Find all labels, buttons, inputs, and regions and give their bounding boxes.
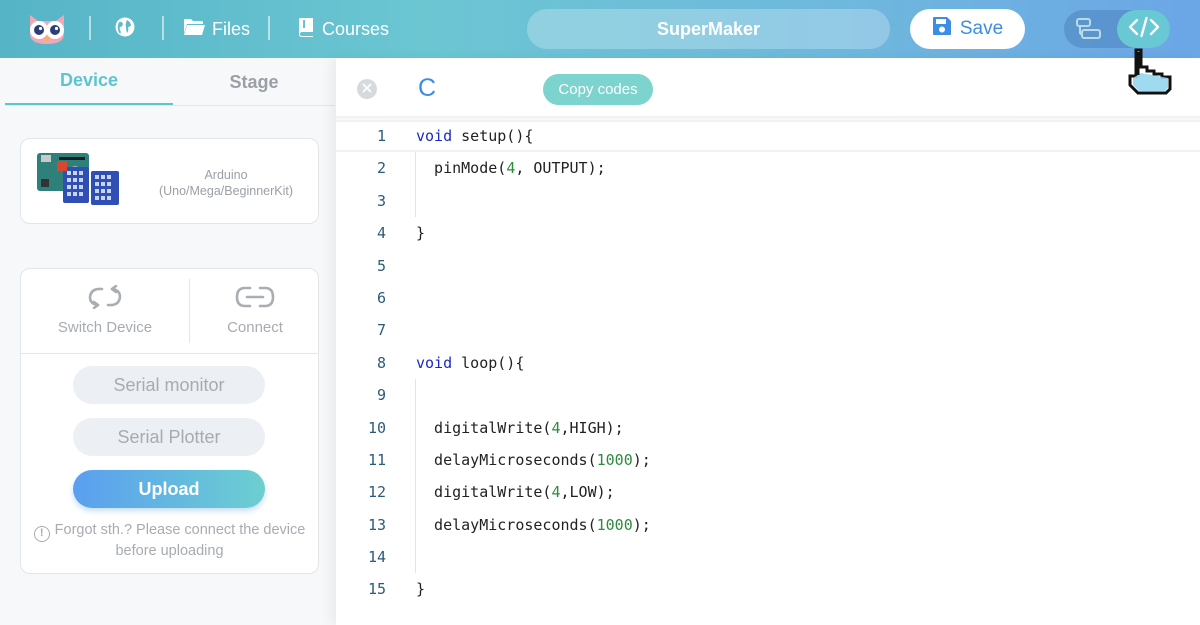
project-title[interactable]: SuperMaker <box>527 9 890 49</box>
code-line[interactable]: 10 digitalWrite(4,HIGH); <box>336 412 1200 444</box>
code-line[interactable]: 5 <box>336 250 1200 282</box>
code-view-button[interactable] <box>1117 10 1170 48</box>
code-line[interactable]: 14 <box>336 541 1200 573</box>
code-line[interactable]: 11 delayMicroseconds(1000); <box>336 444 1200 476</box>
editor-toolbar: C Copy codes <box>336 58 1200 120</box>
serial-monitor-button[interactable]: Serial monitor <box>73 366 265 404</box>
line-number: 11 <box>367 450 386 469</box>
action-divider <box>21 353 318 354</box>
line-number: 12 <box>367 483 386 502</box>
connect-button[interactable]: Connect <box>190 269 320 353</box>
line-number: 9 <box>376 386 386 405</box>
line-number: 1 <box>376 127 386 145</box>
device-actions-card: Switch Device Connect Serial monitor Ser… <box>20 268 319 574</box>
save-label: Save <box>959 18 1004 39</box>
device-variants: (Uno/Mega/BeginnerKit) <box>158 184 294 198</box>
line-number: 13 <box>367 515 386 534</box>
language-button[interactable] <box>114 0 143 58</box>
blocks-view-icon[interactable] <box>1076 17 1102 41</box>
switch-device-button[interactable]: Switch Device <box>21 269 189 353</box>
globe-icon <box>114 16 143 43</box>
serial-plotter-button[interactable]: Serial Plotter <box>73 418 265 456</box>
code-line[interactable]: 15} <box>336 573 1200 605</box>
files-menu[interactable]: Files <box>183 0 250 58</box>
line-content: void loop(){ <box>416 353 525 372</box>
files-label: Files <box>212 18 251 39</box>
view-toggle <box>1064 10 1170 48</box>
toolbar-separator <box>89 16 91 40</box>
upload-hint: ! Forgot sth.? Please connect the device … <box>21 521 318 561</box>
code-brackets-icon <box>1128 16 1160 43</box>
folder-icon <box>183 18 212 41</box>
left-panel: Device Stage Arduino (Uno/Mega/BeginnerK… <box>0 58 336 625</box>
exclamation-circle-icon: ! <box>33 526 50 542</box>
code-line[interactable]: 1 void setup(){ <box>336 120 1200 153</box>
courses-menu[interactable]: Courses <box>298 0 389 58</box>
line-number: 8 <box>376 353 386 372</box>
language-label: C <box>418 74 437 102</box>
code-editor-panel: C Copy codes 1 void setup(){ 2 pinMode(4, … <box>336 58 1200 625</box>
upload-hint-text: Forgot sth.? Please connect the device b… <box>54 522 306 559</box>
close-icon <box>362 80 372 98</box>
switch-device-label: Switch Device <box>57 319 153 336</box>
code-line[interactable]: 4} <box>336 217 1200 249</box>
line-number: 14 <box>367 548 386 567</box>
device-name: Arduino <box>204 168 248 182</box>
top-bar: Files Courses SuperMaker Save <box>0 0 1200 58</box>
code-line[interactable]: 12 digitalWrite(4,LOW); <box>336 476 1200 508</box>
code-line[interactable]: 6 <box>336 282 1200 314</box>
line-number: 10 <box>367 418 386 437</box>
device-card[interactable]: Arduino (Uno/Mega/BeginnerKit) <box>20 138 319 224</box>
line-content: } <box>416 224 426 243</box>
line-number: 5 <box>376 256 386 275</box>
code-line[interactable]: 3 <box>336 185 1200 217</box>
line-number: 15 <box>367 580 386 599</box>
owl-logo-icon[interactable] <box>26 12 68 46</box>
toolbar-separator <box>268 16 270 40</box>
courses-label: Courses <box>322 18 390 39</box>
book-icon <box>298 17 322 42</box>
line-number: 4 <box>376 224 386 243</box>
floppy-disk-icon <box>932 16 960 42</box>
line-content: } <box>416 580 426 599</box>
arduino-board-icon <box>35 151 121 211</box>
code-line[interactable]: 13 delayMicroseconds(1000); <box>336 509 1200 541</box>
code-line[interactable]: 8 void loop(){ <box>336 347 1200 379</box>
line-number: 7 <box>376 321 386 340</box>
code-line[interactable]: 7 <box>336 314 1200 346</box>
line-content: void setup(){ <box>416 127 534 145</box>
line-content: delayMicroseconds(1000); <box>416 450 651 469</box>
tab-divider <box>5 105 335 106</box>
device-description: Arduino (Uno/Mega/BeginnerKit) <box>151 167 301 199</box>
link-icon <box>234 285 276 319</box>
save-button[interactable]: Save <box>910 9 1025 49</box>
line-content: pinMode(4, OUTPUT); <box>416 159 606 178</box>
tab-device[interactable]: Device <box>5 58 173 106</box>
code-line[interactable]: 9 <box>336 379 1200 411</box>
copy-codes-button[interactable]: Copy codes <box>543 74 653 105</box>
line-number: 2 <box>376 159 386 178</box>
line-content: digitalWrite(4,HIGH); <box>416 418 624 437</box>
line-content: delayMicroseconds(1000); <box>416 515 651 534</box>
code-line[interactable]: 2 pinMode(4, OUTPUT); <box>336 152 1200 184</box>
code-area[interactable]: 1 void setup(){ 2 pinMode(4, OUTPUT); 3 4} 5 6… <box>336 120 1200 606</box>
upload-button[interactable]: Upload <box>73 470 265 508</box>
hand-pointer-icon <box>1124 47 1174 95</box>
line-number: 3 <box>376 191 386 210</box>
connect-label: Connect <box>227 319 283 336</box>
toolbar-separator <box>162 16 164 40</box>
line-number: 6 <box>376 288 386 307</box>
tab-stage[interactable]: Stage <box>170 58 338 106</box>
switch-arrows-icon <box>85 284 125 319</box>
line-content: digitalWrite(4,LOW); <box>416 483 615 502</box>
close-editor-button[interactable] <box>357 79 377 99</box>
